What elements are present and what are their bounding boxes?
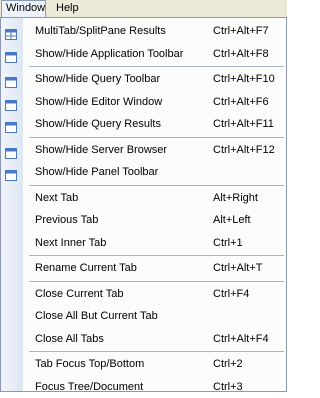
menu-item-shortcut: Ctrl+Alt+T [213,257,263,280]
window-icon [5,145,17,156]
window-dropdown-menu: MultiTab/SplitPane ResultsCtrl+Alt+F7Sho… [0,17,287,392]
window-icon [5,74,17,85]
menu-item-label: Close Current Tab [35,283,123,306]
menu-item-tab-focus[interactable]: Tab Focus Top/Bottom Ctrl+2 [1,353,286,376]
menu-item-close-all[interactable]: Close All Tabs Ctrl+Alt+F4 [1,328,286,351]
window-icon [5,167,17,178]
menu-item-query-toolbar[interactable]: Show/Hide Query Toolbar Ctrl+Alt+F10 [1,68,286,91]
menu-item-shortcut: Ctrl+Alt+F11 [213,113,274,136]
menu-item-label: Previous Tab [35,209,98,232]
menu-item-shortcut: Ctrl+Alt+F6 [213,91,269,114]
menu-item-previous-tab[interactable]: Previous Tab Alt+Left [1,209,286,232]
menu-item-shortcut: Ctrl+Alt+F12 [213,139,275,162]
menu-help[interactable]: Help [52,0,83,17]
menu-item-editor-window[interactable]: Show/Hide Editor Window Ctrl+Alt+F6 [1,91,286,114]
menu-item-panel-toolbar[interactable]: Show/Hide Panel Toolbar [1,161,286,184]
menu-item-next-inner-tab[interactable]: Next Inner Tab Ctrl+1 [1,232,286,255]
menu-item-label: Next Inner Tab [35,232,106,255]
menu-item-close-all-but[interactable]: Close All But Current Tab [1,305,286,328]
menu-item-label: Show/Hide Query Results [35,113,161,136]
menu-item-shortcut: Ctrl+1 [213,232,243,255]
menu-item-label: Rename Current Tab [35,257,137,280]
menu-item-shortcut: Ctrl+Alt+F10 [213,68,275,91]
menu-item-label: Next Tab [35,187,78,210]
menu-item-shortcut: Ctrl+2 [213,353,243,376]
menu-item-close-tab[interactable]: Close Current Tab Ctrl+F4 [1,283,286,306]
menu-item-label: Tab Focus Top/Bottom [35,353,144,376]
menu-item-server-browser[interactable]: Show/Hide Server Browser Ctrl+Alt+F12 [1,139,286,162]
menu-item-label: MultiTab/SplitPane Results [35,20,166,43]
menu-bar: Window Help [0,0,287,18]
menu-item-rename-tab[interactable]: Rename Current Tab Ctrl+Alt+T [1,257,286,280]
menu-item-focus-tree[interactable]: Focus Tree/Document Ctrl+3 [1,376,286,398]
window-icon [5,119,17,130]
split-pane-icon [5,26,17,37]
menu-item-label: Close All But Current Tab [35,305,158,328]
menu-item-query-results[interactable]: Show/Hide Query Results Ctrl+Alt+F11 [1,113,286,136]
menu-item-next-tab[interactable]: Next Tab Alt+Right [1,187,286,210]
menu-item-label: Close All Tabs [35,328,104,351]
menu-item-shortcut: Ctrl+Alt+F4 [213,328,269,351]
window-icon [5,49,17,60]
menu-item-label: Show/Hide Query Toolbar [35,68,160,91]
menu-item-app-toolbar[interactable]: Show/Hide Application Toolbar Ctrl+Alt+F8 [1,43,286,66]
menu-window[interactable]: Window [1,0,46,17]
menu-item-label: Show/Hide Editor Window [35,91,162,114]
menu-item-multitab[interactable]: MultiTab/SplitPane Results Ctrl+Alt+F7 [1,20,286,43]
menu-item-shortcut: Alt+Left [213,209,251,232]
menu-item-shortcut: Ctrl+Alt+F7 [213,20,269,43]
menu-item-label: Show/Hide Server Browser [35,139,167,162]
menu-item-shortcut: Ctrl+Alt+F8 [213,43,269,66]
menu-item-label: Focus Tree/Document [35,376,143,398]
menu-item-label: Show/Hide Application Toolbar [35,43,183,66]
menu-item-shortcut: Alt+Right [213,187,258,210]
window-icon [5,97,17,108]
menu-item-label: Show/Hide Panel Toolbar [35,161,158,184]
menu-item-shortcut: Ctrl+F4 [213,283,249,306]
menu-item-shortcut: Ctrl+3 [213,376,243,398]
